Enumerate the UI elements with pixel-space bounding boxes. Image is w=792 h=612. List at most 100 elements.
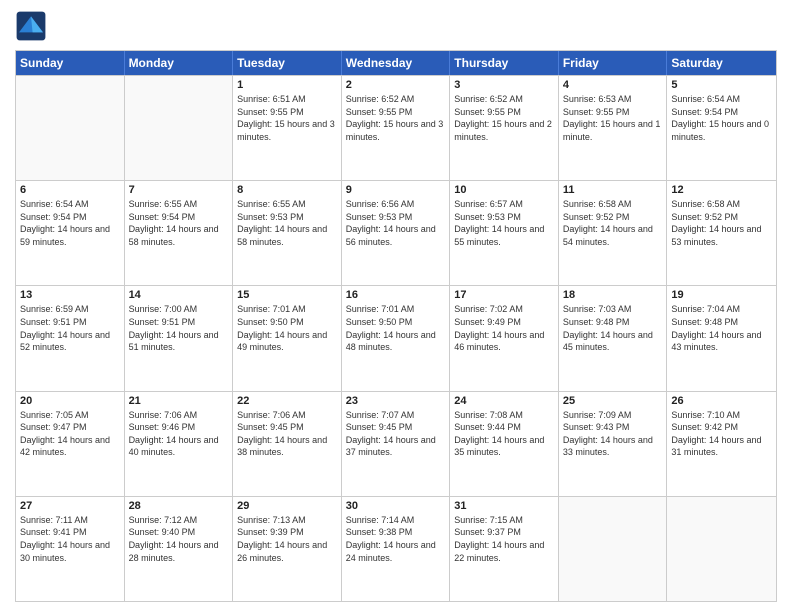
- day-info: Sunrise: 6:58 AM Sunset: 9:52 PM Dayligh…: [563, 198, 663, 248]
- week-row-4: 20 Sunrise: 7:05 AM Sunset: 9:47 PM Dayli…: [16, 391, 776, 496]
- day-cell-4: 4 Sunrise: 6:53 AM Sunset: 9:55 PM Daylig…: [559, 76, 668, 180]
- header-day-saturday: Saturday: [667, 51, 776, 75]
- day-number: 18: [563, 289, 663, 301]
- day-number: 14: [129, 289, 229, 301]
- day-cell-11: 11 Sunrise: 6:58 AM Sunset: 9:52 PM Dayli…: [559, 181, 668, 285]
- day-info: Sunrise: 7:02 AM Sunset: 9:49 PM Dayligh…: [454, 303, 554, 353]
- day-info: Sunrise: 6:55 AM Sunset: 9:53 PM Dayligh…: [237, 198, 337, 248]
- day-cell-5: 5Sunrise: 6:54 AM Sunset: 9:54 PM Daylig…: [667, 76, 776, 180]
- day-cell-16: 16Sunrise: 7:01 AM Sunset: 9:50 PM Dayli…: [342, 286, 451, 390]
- empty-cell: [559, 497, 668, 601]
- day-cell-25: 25 Sunrise: 7:09 AM Sunset: 9:43 PM Dayli…: [559, 392, 668, 496]
- day-info: Sunrise: 6:55 AM Sunset: 9:54 PM Dayligh…: [129, 198, 229, 248]
- day-number: 20: [20, 395, 120, 407]
- day-number: 24: [454, 395, 554, 407]
- day-number: 10: [454, 184, 554, 196]
- day-cell-31: 31Sunrise: 7:15 AM Sunset: 9:37 PM Dayli…: [450, 497, 559, 601]
- empty-cell: [16, 76, 125, 180]
- day-info: Sunrise: 7:06 AM Sunset: 9:45 PM Dayligh…: [237, 409, 337, 459]
- day-cell-13: 13 Sunrise: 6:59 AM Sunset: 9:51 PM Dayli…: [16, 286, 125, 390]
- header-day-monday: Monday: [125, 51, 234, 75]
- calendar: SundayMondayTuesdayWednesdayThursdayFrid…: [15, 50, 777, 602]
- day-cell-19: 19Sunrise: 7:04 AM Sunset: 9:48 PM Dayli…: [667, 286, 776, 390]
- day-number: 27: [20, 500, 120, 512]
- day-cell-24: 24 Sunrise: 7:08 AM Sunset: 9:44 PM Dayli…: [450, 392, 559, 496]
- day-info: Sunrise: 7:03 AM Sunset: 9:48 PM Dayligh…: [563, 303, 663, 353]
- day-number: 9: [346, 184, 446, 196]
- day-info: Sunrise: 7:00 AM Sunset: 9:51 PM Dayligh…: [129, 303, 229, 353]
- day-info: Sunrise: 7:10 AM Sunset: 9:42 PM Dayligh…: [671, 409, 772, 459]
- day-number: 31: [454, 500, 554, 512]
- day-cell-14: 14 Sunrise: 7:00 AM Sunset: 9:51 PM Dayli…: [125, 286, 234, 390]
- day-number: 1: [237, 79, 337, 91]
- day-info: Sunrise: 6:58 AM Sunset: 9:52 PM Dayligh…: [671, 198, 772, 248]
- day-info: Sunrise: 7:11 AM Sunset: 9:41 PM Dayligh…: [20, 514, 120, 564]
- day-info: Sunrise: 6:52 AM Sunset: 9:55 PM Dayligh…: [454, 93, 554, 143]
- day-number: 8: [237, 184, 337, 196]
- day-number: 15: [237, 289, 337, 301]
- day-info: Sunrise: 6:51 AM Sunset: 9:55 PM Dayligh…: [237, 93, 337, 143]
- day-number: 3: [454, 79, 554, 91]
- day-number: 13: [20, 289, 120, 301]
- header-day-wednesday: Wednesday: [342, 51, 451, 75]
- day-number: 7: [129, 184, 229, 196]
- day-cell-3: 3 Sunrise: 6:52 AM Sunset: 9:55 PM Daylig…: [450, 76, 559, 180]
- day-cell-30: 30 Sunrise: 7:14 AM Sunset: 9:38 PM Dayli…: [342, 497, 451, 601]
- header-day-tuesday: Tuesday: [233, 51, 342, 75]
- day-cell-6: 6 Sunrise: 6:54 AM Sunset: 9:54 PM Daylig…: [16, 181, 125, 285]
- day-number: 29: [237, 500, 337, 512]
- calendar-body: 1 Sunrise: 6:51 AM Sunset: 9:55 PM Daylig…: [16, 75, 776, 601]
- day-number: 30: [346, 500, 446, 512]
- day-info: Sunrise: 7:01 AM Sunset: 9:50 PM Dayligh…: [237, 303, 337, 353]
- day-info: Sunrise: 7:06 AM Sunset: 9:46 PM Dayligh…: [129, 409, 229, 459]
- day-info: Sunrise: 6:54 AM Sunset: 9:54 PM Dayligh…: [20, 198, 120, 248]
- empty-cell: [125, 76, 234, 180]
- day-info: Sunrise: 7:13 AM Sunset: 9:39 PM Dayligh…: [237, 514, 337, 564]
- day-number: 4: [563, 79, 663, 91]
- day-number: 23: [346, 395, 446, 407]
- day-cell-1: 1 Sunrise: 6:51 AM Sunset: 9:55 PM Daylig…: [233, 76, 342, 180]
- week-row-2: 6 Sunrise: 6:54 AM Sunset: 9:54 PM Daylig…: [16, 180, 776, 285]
- header-day-sunday: Sunday: [16, 51, 125, 75]
- day-number: 25: [563, 395, 663, 407]
- day-number: 21: [129, 395, 229, 407]
- day-cell-23: 23 Sunrise: 7:07 AM Sunset: 9:45 PM Dayli…: [342, 392, 451, 496]
- day-info: Sunrise: 7:08 AM Sunset: 9:44 PM Dayligh…: [454, 409, 554, 459]
- day-info: Sunrise: 6:56 AM Sunset: 9:53 PM Dayligh…: [346, 198, 446, 248]
- day-cell-17: 17Sunrise: 7:02 AM Sunset: 9:49 PM Dayli…: [450, 286, 559, 390]
- day-cell-7: 7 Sunrise: 6:55 AM Sunset: 9:54 PM Daylig…: [125, 181, 234, 285]
- day-cell-26: 26 Sunrise: 7:10 AM Sunset: 9:42 PM Dayli…: [667, 392, 776, 496]
- day-info: Sunrise: 7:12 AM Sunset: 9:40 PM Dayligh…: [129, 514, 229, 564]
- header: [15, 10, 777, 42]
- day-cell-27: 27 Sunrise: 7:11 AM Sunset: 9:41 PM Dayli…: [16, 497, 125, 601]
- day-info: Sunrise: 7:09 AM Sunset: 9:43 PM Dayligh…: [563, 409, 663, 459]
- day-cell-28: 28 Sunrise: 7:12 AM Sunset: 9:40 PM Dayli…: [125, 497, 234, 601]
- day-info: Sunrise: 7:01 AM Sunset: 9:50 PM Dayligh…: [346, 303, 446, 353]
- day-info: Sunrise: 6:59 AM Sunset: 9:51 PM Dayligh…: [20, 303, 120, 353]
- day-cell-2: 2 Sunrise: 6:52 AM Sunset: 9:55 PM Daylig…: [342, 76, 451, 180]
- day-cell-18: 18 Sunrise: 7:03 AM Sunset: 9:48 PM Dayli…: [559, 286, 668, 390]
- week-row-3: 13 Sunrise: 6:59 AM Sunset: 9:51 PM Dayli…: [16, 285, 776, 390]
- day-cell-29: 29 Sunrise: 7:13 AM Sunset: 9:39 PM Dayli…: [233, 497, 342, 601]
- day-number: 19: [671, 289, 772, 301]
- day-cell-8: 8 Sunrise: 6:55 AM Sunset: 9:53 PM Daylig…: [233, 181, 342, 285]
- day-info: Sunrise: 7:05 AM Sunset: 9:47 PM Dayligh…: [20, 409, 120, 459]
- day-number: 6: [20, 184, 120, 196]
- day-number: 2: [346, 79, 446, 91]
- day-number: 26: [671, 395, 772, 407]
- day-cell-9: 9 Sunrise: 6:56 AM Sunset: 9:53 PM Daylig…: [342, 181, 451, 285]
- day-cell-22: 22Sunrise: 7:06 AM Sunset: 9:45 PM Dayli…: [233, 392, 342, 496]
- day-info: Sunrise: 7:07 AM Sunset: 9:45 PM Dayligh…: [346, 409, 446, 459]
- empty-cell: [667, 497, 776, 601]
- day-info: Sunrise: 6:57 AM Sunset: 9:53 PM Dayligh…: [454, 198, 554, 248]
- day-number: 28: [129, 500, 229, 512]
- day-number: 11: [563, 184, 663, 196]
- day-cell-21: 21 Sunrise: 7:06 AM Sunset: 9:46 PM Dayli…: [125, 392, 234, 496]
- logo-icon: [15, 10, 47, 42]
- page: SundayMondayTuesdayWednesdayThursdayFrid…: [0, 0, 792, 612]
- day-info: Sunrise: 7:14 AM Sunset: 9:38 PM Dayligh…: [346, 514, 446, 564]
- day-info: Sunrise: 6:53 AM Sunset: 9:55 PM Dayligh…: [563, 93, 663, 143]
- header-day-friday: Friday: [559, 51, 668, 75]
- day-info: Sunrise: 6:52 AM Sunset: 9:55 PM Dayligh…: [346, 93, 446, 143]
- day-info: Sunrise: 6:54 AM Sunset: 9:54 PM Dayligh…: [671, 93, 772, 143]
